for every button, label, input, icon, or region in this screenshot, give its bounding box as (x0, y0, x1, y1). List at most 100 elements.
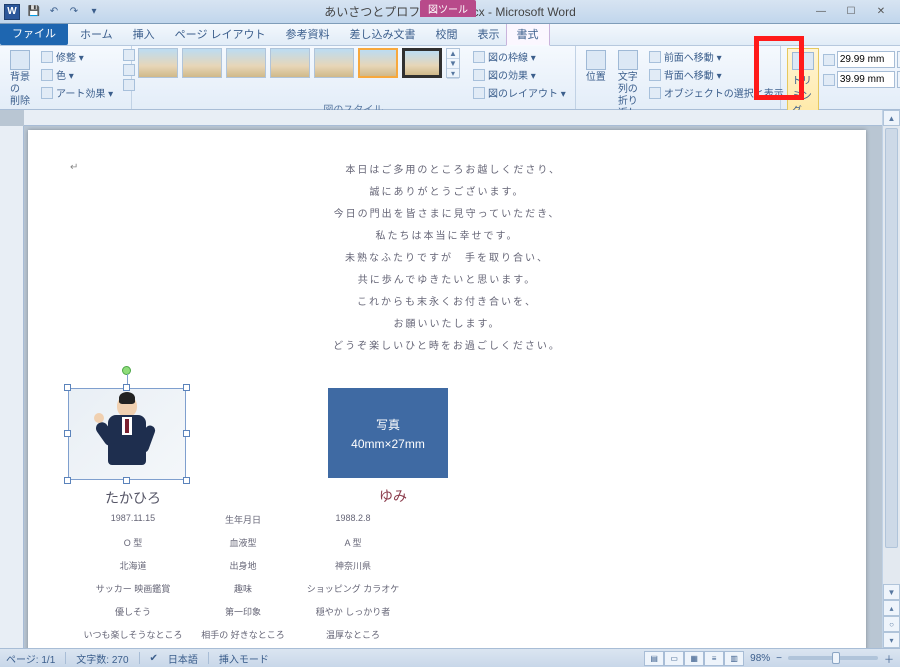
tab-page-layout[interactable]: ページ レイアウト (165, 23, 276, 45)
style-thumb-5[interactable] (314, 48, 354, 78)
view-print-layout-icon[interactable]: ▤ (644, 651, 664, 666)
style-thumb-6[interactable] (358, 48, 398, 78)
placeholder-line1: 写真 (376, 416, 400, 433)
status-insert-mode[interactable]: 挿入モード (219, 651, 269, 666)
remove-bg-label-2: 削除 (10, 96, 30, 108)
resize-handle-r[interactable] (183, 430, 190, 437)
row-label: 第一印象 (198, 600, 288, 623)
qat-customize-icon[interactable]: ▾ (86, 4, 102, 20)
resize-handle-tl[interactable] (64, 384, 71, 391)
view-outline-icon[interactable]: ≡ (704, 651, 724, 666)
row-value: 北海道 (68, 554, 198, 577)
selected-image[interactable] (68, 388, 186, 480)
word-icon: W (4, 4, 20, 20)
status-spellcheck-icon[interactable]: ✔ (150, 653, 158, 664)
picture-effects-button[interactable]: 図の効果 ▾ (470, 66, 569, 83)
greeting-text: 本日はご多用のところお越しくださり、誠にありがとうございます。今日の門出を皆さま… (68, 160, 826, 358)
tab-format[interactable]: 書式 (506, 22, 550, 46)
scroll-down-icon[interactable]: ▼ (883, 584, 900, 600)
gallery-scroll: ▲ ▼ ▾ (446, 48, 460, 78)
width-input[interactable] (837, 71, 895, 88)
bring-forward-button[interactable]: 前面へ移動 ▾ (646, 48, 787, 65)
maximize-button[interactable]: ☐ (836, 3, 866, 21)
selection-pane-button[interactable]: オブジェクトの選択と表示 (646, 84, 787, 101)
greeting-line: 未熟なふたりですが 手を取り合い、 (68, 248, 826, 270)
prev-page-icon[interactable]: ▴ (883, 600, 900, 616)
status-bar: ページ: 1/1 文字数: 270 ✔ 日本語 挿入モード ▤ ▭ ▦ ≡ ▥ … (0, 648, 900, 667)
view-web-icon[interactable]: ▦ (684, 651, 704, 666)
status-zoom-level[interactable]: 98% (750, 653, 770, 664)
remove-background-button[interactable]: 背景の 削除 (6, 48, 34, 110)
style-thumb-4[interactable] (270, 48, 310, 78)
position-button[interactable]: 位置 (582, 48, 610, 86)
tab-view[interactable]: 表示 (468, 23, 510, 45)
tab-file[interactable]: ファイル (0, 21, 68, 45)
scroll-up-icon[interactable]: ▲ (883, 110, 900, 126)
row-value: 1988.2.8 (288, 508, 418, 531)
close-button[interactable]: ✕ (866, 3, 896, 21)
table-row: 1987.11.15生年月日1988.2.8 (68, 508, 826, 531)
table-row: 北海道出身地神奈川県 (68, 554, 826, 577)
qat-save-icon[interactable]: 💾 (26, 4, 42, 20)
style-thumb-2[interactable] (182, 48, 222, 78)
next-page-icon[interactable]: ▾ (883, 632, 900, 648)
row-value: ショッピング カラオケ (288, 577, 418, 600)
vertical-ruler[interactable] (0, 126, 24, 648)
vertical-scrollbar[interactable]: ▲ ▼ ▴ ○ ▾ (882, 110, 900, 648)
tab-home[interactable]: ホーム (70, 23, 123, 45)
resize-handle-bl[interactable] (64, 477, 71, 484)
selection-icon (649, 87, 661, 99)
resize-handle-br[interactable] (183, 477, 190, 484)
gallery-up-icon[interactable]: ▲ (447, 49, 459, 59)
artistic-effects-button[interactable]: アート効果 ▾ (38, 84, 116, 101)
view-draft-icon[interactable]: ▥ (724, 651, 744, 666)
crop-icon (792, 52, 814, 70)
resize-handle-b[interactable] (123, 477, 130, 484)
tab-mailings[interactable]: 差し込み文書 (340, 23, 426, 45)
name-left: たかひろ (68, 488, 198, 508)
style-thumb-7[interactable] (402, 48, 442, 78)
effects-icon (473, 69, 485, 81)
scroll-thumb[interactable] (885, 128, 898, 548)
zoom-slider-thumb[interactable] (832, 652, 840, 664)
gallery-down-icon[interactable]: ▼ (447, 59, 459, 69)
row-label: 生年月日 (198, 508, 288, 531)
picture-border-button[interactable]: 図の枠線 ▾ (470, 48, 569, 65)
zoom-out-button[interactable]: − (776, 653, 782, 664)
document-page[interactable]: ↵ 本日はご多用のところお越しくださり、誠にありがとうございます。今日の門出を皆… (28, 130, 866, 648)
qat-undo-icon[interactable]: ↶ (46, 4, 62, 20)
browse-object-icon[interactable]: ○ (883, 616, 900, 632)
profile-section: たかひろ 写真 40mm×27mm ゆみ (68, 388, 826, 508)
status-word-count[interactable]: 文字数: 270 (76, 651, 128, 666)
picture-layout-button[interactable]: 図のレイアウト ▾ (470, 84, 569, 101)
corrections-button[interactable]: 修整 ▾ (38, 48, 116, 65)
table-row: O 型血液型A 型 (68, 531, 826, 554)
style-thumb-3[interactable] (226, 48, 266, 78)
color-button[interactable]: 色 ▾ (38, 66, 116, 83)
status-language[interactable]: 日本語 (168, 651, 198, 666)
view-fullscreen-icon[interactable]: ▭ (664, 651, 684, 666)
horizontal-ruler[interactable] (24, 110, 882, 126)
tab-references[interactable]: 参考資料 (276, 23, 340, 45)
row-value: 1987.11.15 (68, 508, 198, 531)
resize-handle-t[interactable] (123, 384, 130, 391)
row-value: 温厚なところ (288, 623, 418, 646)
height-input[interactable] (837, 51, 895, 68)
table-row: サッカー 映画鑑賞趣味ショッピング カラオケ (68, 577, 826, 600)
gallery-more-icon[interactable]: ▾ (447, 69, 459, 79)
zoom-in-button[interactable]: ＋ (884, 651, 894, 666)
photo-placeholder[interactable]: 写真 40mm×27mm (328, 388, 448, 478)
minimize-button[interactable]: — (806, 3, 836, 21)
tab-insert[interactable]: 挿入 (123, 23, 165, 45)
resize-handle-l[interactable] (64, 430, 71, 437)
row-label: 趣味 (198, 577, 288, 600)
zoom-slider[interactable] (788, 656, 878, 660)
style-thumb-1[interactable] (138, 48, 178, 78)
row-value: いつも楽しそうなところ (68, 623, 198, 646)
resize-handle-tr[interactable] (183, 384, 190, 391)
row-value: 優しそう (68, 600, 198, 623)
send-backward-button[interactable]: 背面へ移動 ▾ (646, 66, 787, 83)
status-page[interactable]: ページ: 1/1 (6, 651, 55, 666)
qat-redo-icon[interactable]: ↷ (66, 4, 82, 20)
tab-review[interactable]: 校閲 (426, 23, 468, 45)
